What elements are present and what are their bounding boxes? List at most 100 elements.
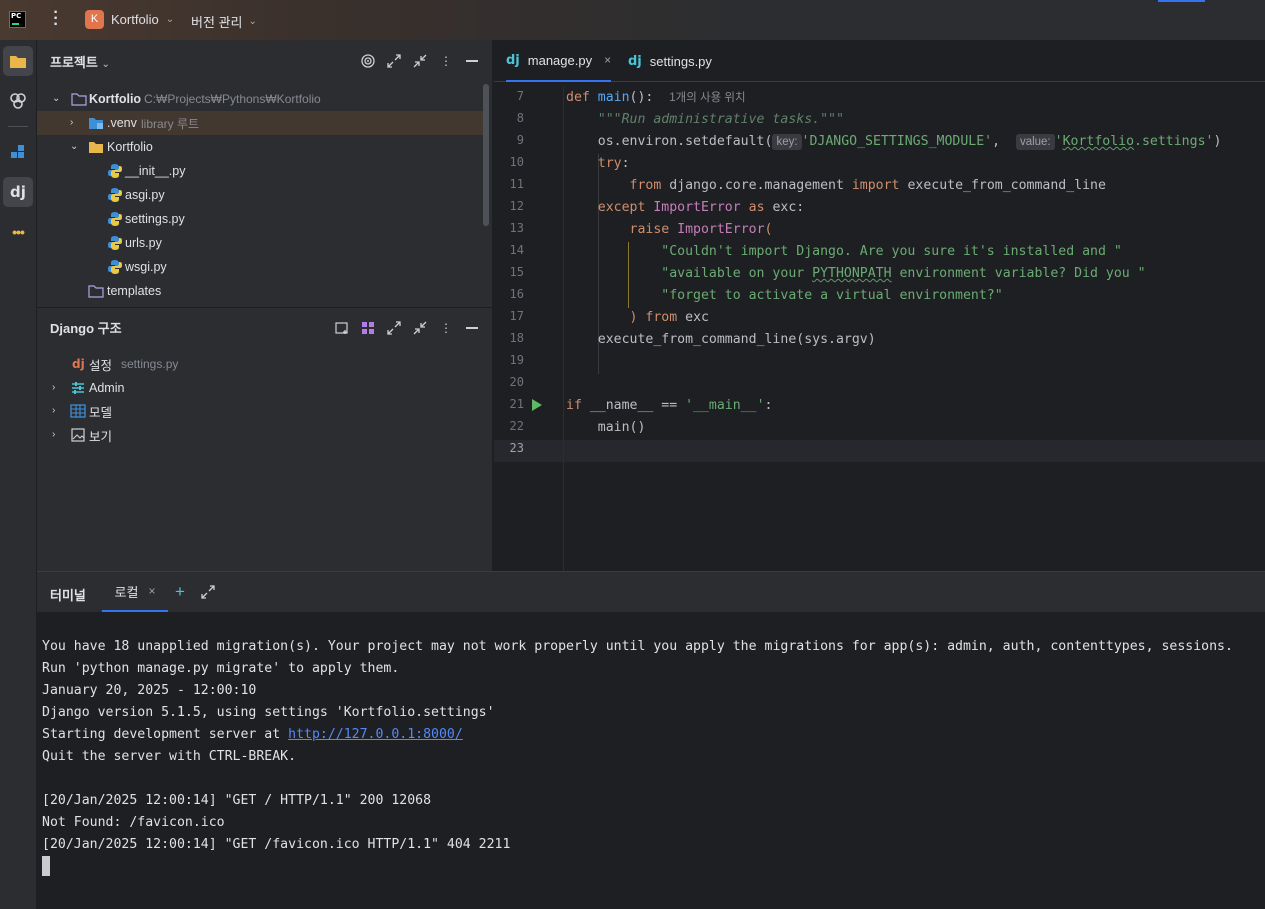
django-panel-title: Django 구조 (50, 321, 122, 336)
terminal-line: Django version 5.1.5, using settings 'Ko… (42, 705, 495, 720)
django-item-settings[interactable]: dj 설정 settings.py (37, 352, 483, 376)
django-tool-button[interactable]: dj (3, 177, 33, 207)
code-line-12: except ImportError as exc: (597, 200, 805, 215)
options-kebab-icon[interactable]: ⋮ (439, 54, 453, 68)
add-item-icon[interactable] (335, 321, 349, 335)
python-file-icon (108, 188, 122, 202)
tree-item-venv[interactable]: › .venv library 루트 (37, 111, 483, 135)
chevron-right-icon[interactable]: › (52, 383, 62, 393)
line-number: 20 (509, 375, 524, 389)
expand-all-icon[interactable] (387, 54, 401, 68)
usage-hint[interactable]: 1개의 사용 위치 (669, 92, 745, 104)
python-file-icon (108, 212, 122, 226)
code-line-22: main() (597, 420, 646, 435)
line-number: 7 (516, 89, 524, 103)
terminal-cursor (42, 856, 50, 876)
line-number: 23 (509, 441, 524, 455)
project-panel-header: 프로젝트 ⌄ ⋮ (37, 41, 493, 81)
python-file-icon (108, 164, 122, 178)
server-link[interactable]: http://127.0.0.1:8000/ (288, 727, 463, 742)
more-tools-button[interactable]: ••• (3, 217, 33, 247)
tree-item-label: __init__.py (125, 164, 186, 178)
project-badge: K (85, 10, 104, 29)
tab-manage-py[interactable]: dj manage.py × (506, 40, 612, 82)
tree-item-project-root[interactable]: ⌄ Kortfolio C:₩Projects₩Pythons₩Kortfoli… (37, 87, 483, 111)
terminal-panel: 터미널 로컬 × + You have 18 unapplied migrati… (37, 571, 1265, 909)
editor-tabs: dj manage.py × dj settings.py (494, 40, 1265, 82)
expand-all-icon[interactable] (387, 320, 401, 335)
code-editor[interactable]: dj manage.py × dj settings.py 7 8 9 10 1… (494, 40, 1265, 571)
chevron-down-icon[interactable]: ⌄ (52, 94, 62, 104)
chevron-down-icon: ⌄ (165, 14, 175, 25)
folder-icon (10, 56, 26, 68)
tree-item-file[interactable]: wsgi.py (37, 255, 483, 279)
django-item-models[interactable]: › 모델 (37, 399, 483, 423)
line-number: 10 (509, 155, 524, 169)
line-number: 13 (509, 221, 524, 235)
tree-item-label: urls.py (125, 236, 162, 250)
django-item-views[interactable]: › 보기 (37, 423, 483, 447)
tree-item-templates[interactable]: templates (37, 279, 483, 303)
tree-item-hint: library 루트 (141, 116, 200, 131)
close-icon[interactable]: × (604, 53, 611, 67)
tree-item-file[interactable]: urls.py (37, 231, 483, 255)
grid-view-icon[interactable] (361, 321, 375, 335)
add-terminal-icon[interactable]: + (175, 582, 185, 602)
project-switcher[interactable]: K Kortfolio ⌄ (85, 10, 174, 29)
chevron-right-icon[interactable]: › (52, 406, 62, 416)
locate-target-icon[interactable] (361, 54, 375, 68)
django-item-admin[interactable]: › Admin (37, 376, 483, 400)
tree-item-file[interactable]: __init__.py (37, 159, 483, 183)
minimize-icon[interactable] (465, 54, 479, 68)
close-icon[interactable]: × (148, 584, 155, 598)
pycharm-logo-icon[interactable]: PC (9, 11, 26, 28)
tab-settings-py[interactable]: dj settings.py (628, 40, 712, 82)
tree-item-path: C:₩Projects₩Pythons₩Kortfolio (144, 92, 321, 106)
tree-item-label: templates (107, 284, 162, 298)
tree-item-kortfolio-pkg[interactable]: ⌄ Kortfolio (37, 135, 483, 159)
django-item-label: 설정 (89, 358, 113, 373)
django-item-hint: settings.py (121, 357, 179, 371)
terminal-line: Starting development server at http://12… (42, 727, 463, 742)
django-icon: dj (628, 53, 642, 69)
run-gutter-icon[interactable] (532, 399, 542, 411)
line-number: 15 (509, 265, 524, 279)
tab-terminal-local[interactable]: 로컬 × (102, 572, 168, 612)
line-number: 8 (516, 111, 524, 125)
expand-icon[interactable] (201, 585, 215, 599)
terminal-line: Run 'python manage.py migrate' to apply … (42, 661, 400, 676)
structure-icon (11, 145, 24, 158)
folder-icon (71, 93, 87, 106)
line-number: 22 (509, 419, 524, 433)
plugins-tool-button[interactable] (3, 86, 33, 116)
main-menu-kebab-icon[interactable]: · · · (50, 5, 62, 33)
tree-item-label: Kortfolio (107, 140, 153, 154)
options-kebab-icon[interactable]: ⋮ (439, 321, 453, 335)
collapse-all-icon[interactable] (413, 321, 427, 335)
collapse-all-icon[interactable] (413, 54, 427, 68)
chevron-down-icon: ⌄ (101, 58, 110, 70)
vcs-menu[interactable]: 버전 관리 ⌄ (191, 12, 257, 31)
project-tool-button[interactable] (3, 46, 33, 76)
tab-label: settings.py (649, 53, 712, 69)
chevron-right-icon[interactable]: › (52, 430, 62, 440)
library-folder-icon (89, 118, 103, 129)
minimize-icon[interactable] (465, 321, 479, 335)
vcs-label: 버전 관리 (191, 15, 243, 30)
chevron-down-icon[interactable]: ⌄ (70, 142, 80, 152)
activity-separator (8, 126, 28, 127)
line-number: 12 (509, 199, 524, 213)
tree-item-file[interactable]: asgi.py (37, 183, 483, 207)
title-accent-bar (1158, 0, 1205, 2)
code-line-17: ) from exc (629, 310, 709, 325)
structure-tool-button[interactable] (3, 137, 33, 167)
tree-item-file[interactable]: settings.py (37, 207, 483, 231)
project-scrollbar[interactable] (483, 84, 489, 226)
chevron-right-icon[interactable]: › (70, 118, 80, 128)
more-icon: ••• (12, 224, 25, 240)
tab-label: 로컬 (114, 584, 139, 600)
line-number: 14 (509, 243, 524, 257)
terminal-header: 터미널 로컬 × + (37, 572, 1265, 612)
python-file-icon (108, 260, 122, 274)
project-panel-title[interactable]: 프로젝트 ⌄ (50, 52, 110, 71)
